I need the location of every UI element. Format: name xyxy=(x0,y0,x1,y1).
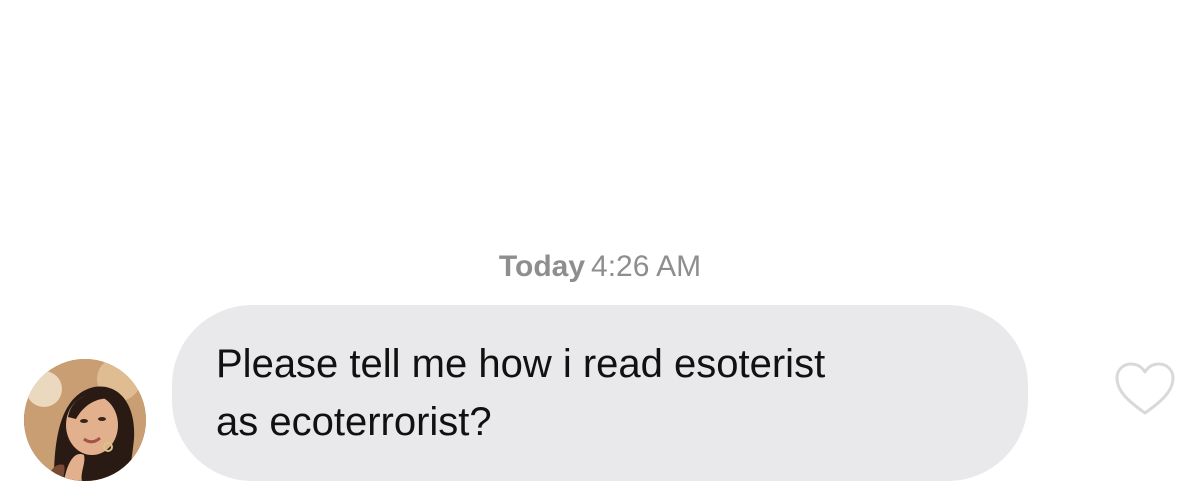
message-bubble[interactable]: Please tell me how i read esoterist as e… xyxy=(172,305,1028,481)
message-timestamp: Today 4:26 AM xyxy=(0,250,1200,284)
like-button[interactable] xyxy=(1114,361,1176,417)
chat-screen: Today 4:26 AM Please tell me how i read e… xyxy=(0,0,1200,499)
message-text: Please tell me how i read esoterist as e… xyxy=(216,342,826,444)
profile-photo-icon xyxy=(24,359,146,481)
timestamp-day: Today xyxy=(498,250,586,283)
timestamp-time: 4:26 AM xyxy=(591,250,702,283)
sender-avatar[interactable] xyxy=(24,359,146,481)
heart-outline-icon xyxy=(1115,362,1175,415)
message-row: Please tell me how i read esoterist as e… xyxy=(0,305,1200,485)
